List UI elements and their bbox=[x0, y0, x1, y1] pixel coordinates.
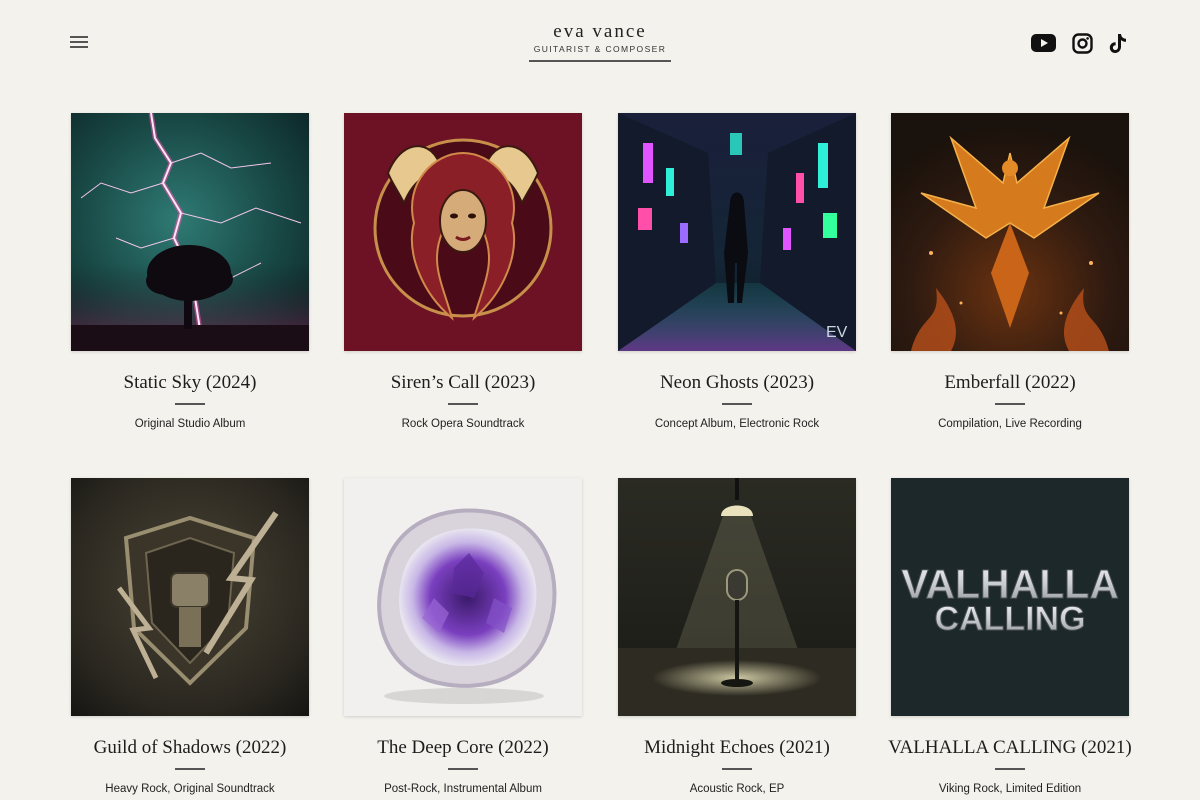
cover-title-line-2: CALLING bbox=[934, 600, 1085, 638]
title-divider bbox=[995, 768, 1025, 770]
site-logo[interactable]: eva vance GUITARIST & COMPOSER bbox=[520, 22, 680, 62]
album-cover-emberfall[interactable] bbox=[891, 113, 1129, 351]
title-divider bbox=[722, 403, 752, 405]
site-header: eva vance GUITARIST & COMPOSER bbox=[0, 0, 1200, 90]
album-title[interactable]: VALHALLA CALLING (2021) bbox=[871, 736, 1149, 760]
title-divider bbox=[175, 768, 205, 770]
album-cover-midnight-echoes[interactable] bbox=[618, 478, 856, 716]
album-title[interactable]: The Deep Core (2022) bbox=[324, 736, 602, 760]
album-title[interactable]: Static Sky (2024) bbox=[51, 371, 329, 395]
tiktok-icon[interactable] bbox=[1106, 31, 1130, 55]
title-divider bbox=[448, 768, 478, 770]
album-cover-neon-ghosts[interactable]: EV bbox=[618, 113, 856, 351]
album-title[interactable]: Midnight Echoes (2021) bbox=[598, 736, 876, 760]
brand-underline bbox=[529, 60, 671, 62]
album-title[interactable]: Guild of Shadows (2022) bbox=[51, 736, 329, 760]
album-cover-sirens-call[interactable] bbox=[344, 113, 582, 351]
title-divider bbox=[448, 403, 478, 405]
album-description: Compilation, Live Recording bbox=[938, 418, 1082, 430]
brand-name: eva vance bbox=[553, 21, 647, 42]
album-description: Acoustic Rock, EP bbox=[689, 783, 785, 795]
brand-subtitle: GUITARIST & COMPOSER bbox=[533, 44, 667, 54]
album-description: Viking Rock, Limited Edition bbox=[938, 783, 1082, 795]
instagram-icon[interactable] bbox=[1070, 31, 1094, 55]
title-divider bbox=[722, 768, 752, 770]
album-description: Post-Rock, Instrumental Album bbox=[384, 783, 542, 795]
album-cover-guild-of-shadows[interactable] bbox=[71, 478, 309, 716]
album-description: Original Studio Album bbox=[134, 418, 246, 430]
album-description: Concept Album, Electronic Rock bbox=[654, 418, 820, 430]
album-cover-valhalla-calling[interactable]: VALHALLA CALLING bbox=[891, 478, 1129, 716]
hamburger-menu-icon[interactable] bbox=[70, 34, 90, 50]
album-cover-the-deep-core[interactable] bbox=[344, 478, 582, 716]
album-title[interactable]: Siren’s Call (2023) bbox=[324, 371, 602, 395]
album-description: Rock Opera Soundtrack bbox=[401, 418, 525, 430]
album-description: Heavy Rock, Original Soundtrack bbox=[105, 783, 275, 795]
album-title[interactable]: Emberfall (2022) bbox=[871, 371, 1149, 395]
album-title[interactable]: Neon Ghosts (2023) bbox=[598, 371, 876, 395]
title-divider bbox=[995, 403, 1025, 405]
cover-mark: EV bbox=[826, 324, 848, 341]
album-cover-static-sky[interactable] bbox=[71, 113, 309, 351]
title-divider bbox=[175, 403, 205, 405]
youtube-icon[interactable] bbox=[1030, 31, 1057, 55]
